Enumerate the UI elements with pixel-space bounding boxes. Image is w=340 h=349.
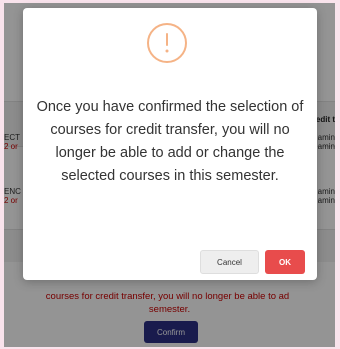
exclamation-icon — [147, 23, 187, 63]
confirmation-dialog: Once you have confirmed the selection of… — [23, 8, 317, 280]
ok-button[interactable]: OK — [265, 250, 305, 274]
dialog-message: Once you have confirmed the selection of… — [36, 99, 304, 184]
cancel-button[interactable]: Cancel — [200, 250, 259, 274]
